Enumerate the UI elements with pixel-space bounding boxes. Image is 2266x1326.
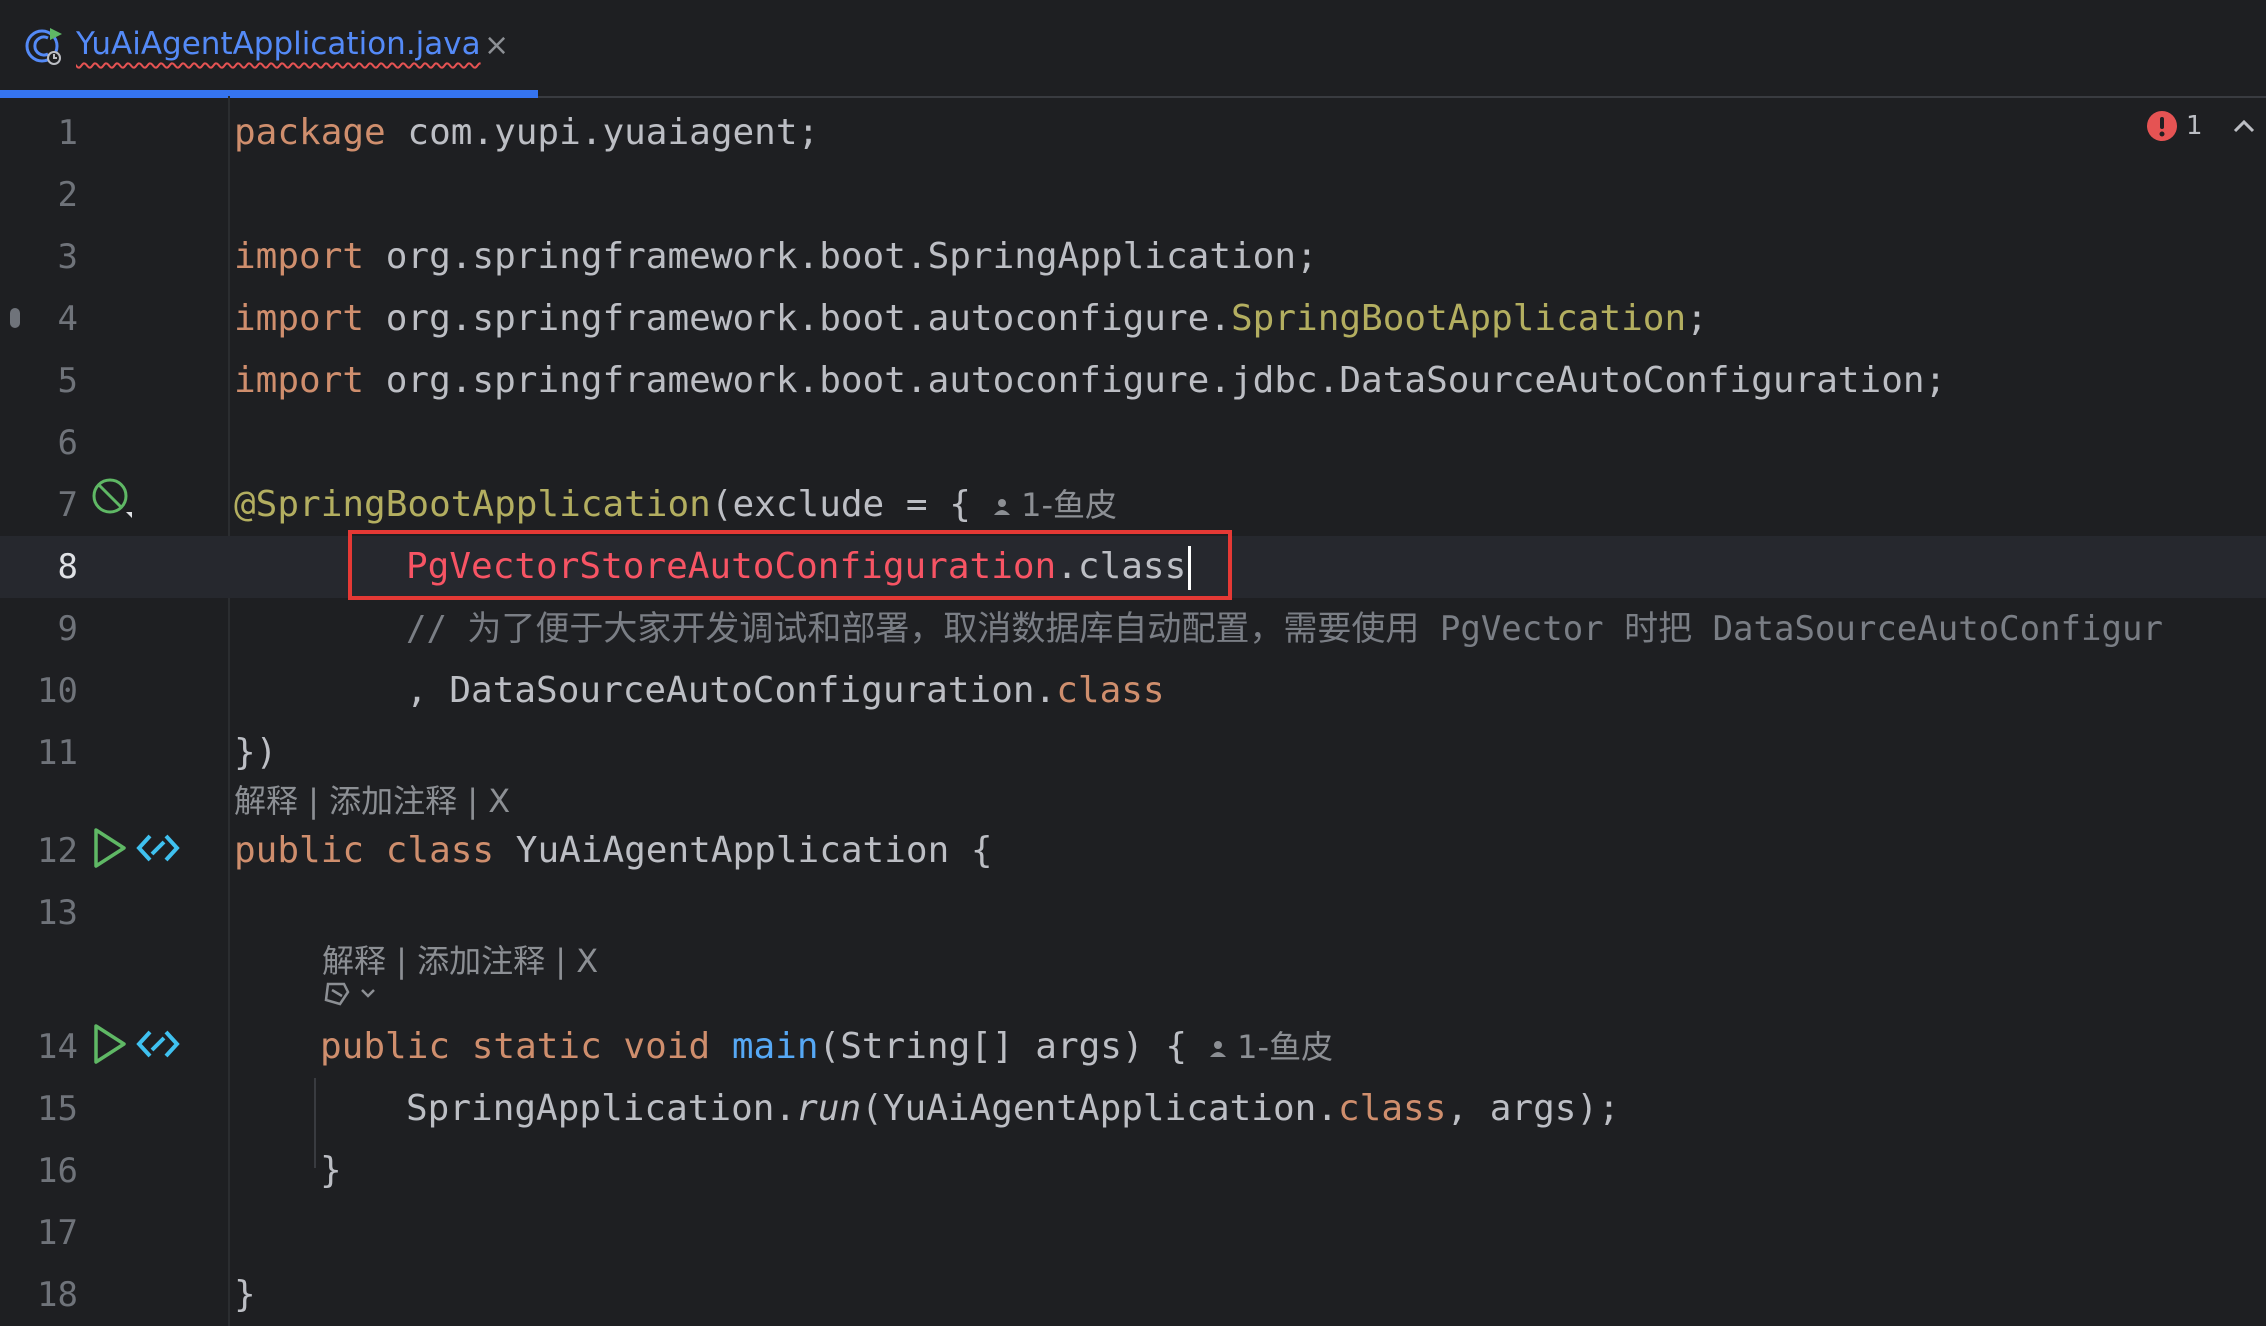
code-text: import org.springframework.boot.autoconf…: [234, 298, 1708, 339]
code-text: package com.yupi.yuaiagent;: [234, 112, 820, 153]
code-text: public class YuAiAgentApplication {: [234, 830, 993, 871]
code-line-7: 7 @SpringBootApplication(exclude = { 1-鱼…: [0, 474, 2266, 536]
code-line-16: 16 }: [0, 1140, 2266, 1202]
code-text: , DataSourceAutoConfiguration.class: [406, 670, 1165, 711]
line-number: 15: [37, 1089, 78, 1129]
code-text: SpringApplication.run(YuAiAgentApplicati…: [406, 1088, 1620, 1129]
ai-assistant-icon[interactable]: [322, 978, 378, 1008]
code-text: }: [320, 1150, 342, 1191]
code-line-10: 10 , DataSourceAutoConfiguration.class: [0, 660, 2266, 722]
error-icon: [2147, 111, 2177, 141]
code-text: import org.springframework.boot.SpringAp…: [234, 236, 1318, 277]
code-line-12: 12 public class YuAiAgentApplication {: [0, 820, 2266, 882]
code-editor[interactable]: 1 package com.yupi.yuaiagent; 2 3 import…: [0, 96, 2266, 1326]
line-number: 17: [37, 1213, 78, 1253]
line-number: 9: [57, 609, 78, 649]
close-icon[interactable]: ×: [484, 28, 509, 63]
line-number: 12: [37, 831, 78, 871]
code-comment: // 为了便于大家开发调试和部署，取消数据库自动配置，需要使用 PgVector…: [406, 609, 2163, 649]
editor-tab-bar: YuAiAgentApplication.java ×: [0, 0, 2266, 98]
line-number: 7: [57, 485, 78, 525]
code-line-14: 14 public static void main(String[] args…: [0, 1016, 2266, 1078]
problems-indicator[interactable]: 1: [2146, 110, 2259, 142]
line-number: 14: [37, 1027, 78, 1067]
run-icon[interactable]: [92, 826, 128, 870]
ai-hint-actions[interactable]: 解释 | 添加注释 | X: [322, 936, 598, 982]
line-number: 11: [37, 733, 78, 773]
tab-title: YuAiAgentApplication.java: [76, 26, 481, 62]
code-line-6: 6: [0, 412, 2266, 474]
api-link-icon[interactable]: [136, 1026, 180, 1062]
code-line-18: 18 }: [0, 1264, 2266, 1326]
error-count: 1: [2186, 111, 2203, 141]
code-line-9: 9 // 为了便于大家开发调试和部署，取消数据库自动配置，需要使用 PgVect…: [0, 598, 2266, 660]
tab-yuaiagentapplication[interactable]: YuAiAgentApplication.java ×: [0, 0, 538, 98]
line-number: 1: [57, 113, 78, 153]
line-number: 5: [57, 361, 78, 401]
line-number: 8: [57, 547, 78, 587]
person-icon: [993, 499, 1010, 515]
person-icon: [1210, 1041, 1226, 1057]
code-line-5: 5 import org.springframework.boot.autoco…: [0, 350, 2266, 412]
author-hint[interactable]: 1-鱼皮: [1209, 1028, 1333, 1066]
line-number: 3: [57, 237, 78, 277]
highlight-box: [348, 530, 1232, 600]
code-line-4: 4 import org.springframework.boot.autoco…: [0, 288, 2266, 350]
line-number: 13: [37, 893, 78, 933]
code-line-11: 11 }): [0, 722, 2266, 784]
code-line-1: 1 package com.yupi.yuaiagent;: [0, 102, 2266, 164]
author-hint[interactable]: 1-鱼皮: [993, 486, 1117, 524]
line-number: 6: [57, 423, 78, 463]
code-line-3: 3 import org.springframework.boot.Spring…: [0, 226, 2266, 288]
code-line-13: 13: [0, 882, 2266, 944]
line-number: 18: [37, 1275, 78, 1315]
code-text: }: [234, 1274, 256, 1315]
code-line-15: 15 SpringApplication.run(YuAiAgentApplic…: [0, 1078, 2266, 1140]
run-icon[interactable]: [92, 1022, 128, 1066]
line-number: 4: [57, 299, 78, 339]
ai-hint-actions[interactable]: 解释 | 添加注释 | X: [234, 776, 510, 822]
code-line-17: 17: [0, 1202, 2266, 1264]
code-line-2: 2: [0, 164, 2266, 226]
bean-disabled-icon[interactable]: [90, 476, 134, 520]
api-link-icon[interactable]: [136, 830, 180, 866]
line-number: 10: [37, 671, 78, 711]
code-text: public static void main(String[] args) {…: [320, 1026, 1334, 1067]
code-text: @SpringBootApplication(exclude = { 1-鱼皮: [234, 484, 1118, 525]
code-text: }): [234, 732, 278, 773]
code-text: import org.springframework.boot.autoconf…: [234, 360, 1947, 401]
java-class-run-icon: [25, 28, 62, 65]
chevron-up-icon[interactable]: [2229, 111, 2259, 141]
line-number: 16: [37, 1151, 78, 1191]
line-number: 2: [57, 175, 78, 215]
